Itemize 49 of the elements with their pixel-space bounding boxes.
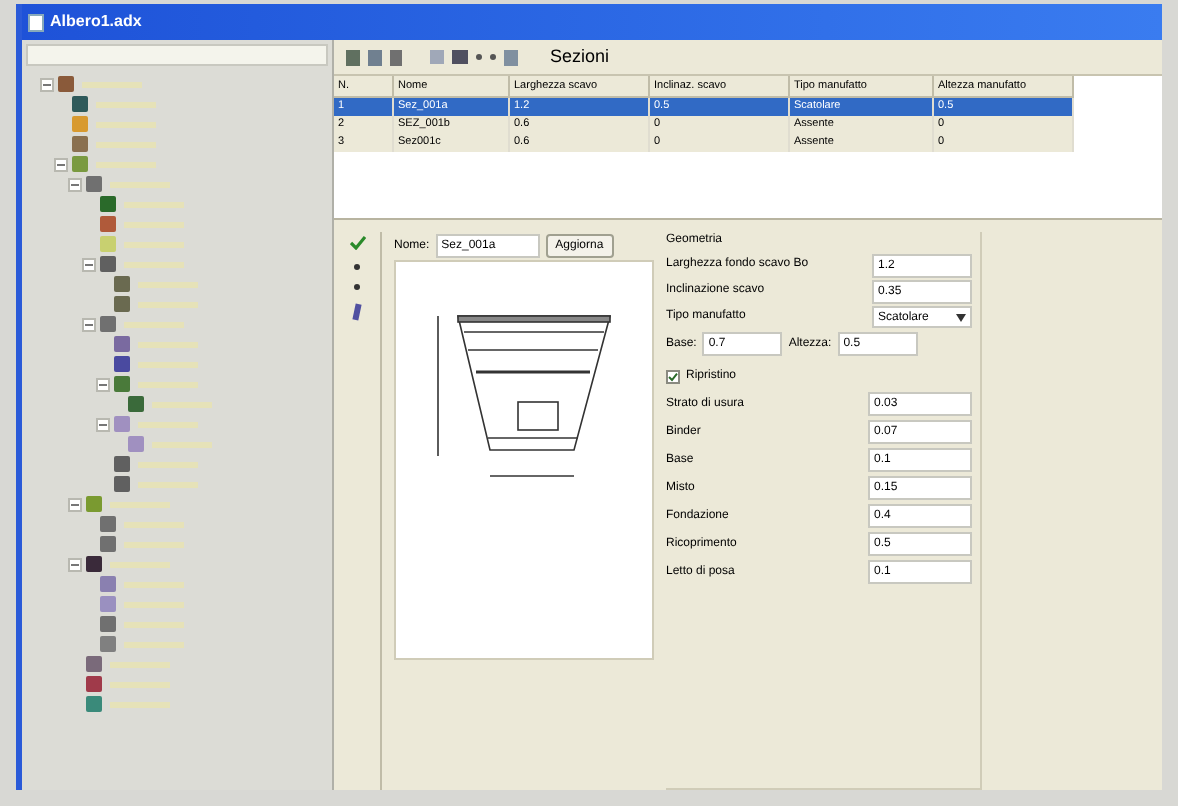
tree-node-icon[interactable] — [100, 236, 116, 252]
collapse-icon[interactable] — [53, 157, 67, 171]
tree-node-icon[interactable] — [86, 176, 102, 192]
tree-node-icon[interactable] — [100, 216, 116, 232]
tree-node-icon[interactable] — [72, 96, 88, 112]
tree-node-icon[interactable] — [100, 316, 116, 332]
collapse-icon[interactable] — [67, 557, 81, 571]
tree-node-icon[interactable] — [114, 456, 130, 472]
tree-node-icon[interactable] — [100, 576, 116, 592]
search-field[interactable] — [26, 44, 328, 66]
tree-node-icon[interactable] — [100, 536, 116, 552]
tree-node-icon[interactable] — [100, 516, 116, 532]
checkbox[interactable] — [666, 369, 680, 383]
tree-node-icon[interactable] — [86, 556, 102, 572]
tree-node-icon[interactable] — [72, 156, 88, 172]
tree-node-icon[interactable] — [100, 616, 116, 632]
collapse-icon[interactable] — [95, 417, 109, 431]
tree-node-icon[interactable] — [100, 256, 116, 272]
tree-node-icon[interactable] — [100, 636, 116, 652]
tree-node-icon[interactable] — [86, 496, 102, 512]
tree-node-icon[interactable] — [128, 436, 144, 452]
tree-node-icon[interactable] — [72, 116, 88, 132]
tree-node-icon[interactable] — [128, 396, 144, 412]
tree-node-icon[interactable] — [114, 416, 130, 432]
collapse-icon[interactable] — [39, 77, 53, 91]
collapse-icon[interactable] — [67, 177, 81, 191]
app-icon — [28, 13, 44, 31]
window-title: Albero1.adx — [50, 10, 142, 34]
tree-node-icon[interactable] — [86, 696, 102, 712]
checkmark-icon[interactable] — [349, 236, 365, 250]
tree-node-icon[interactable] — [100, 196, 116, 212]
tree-node-icon[interactable] — [114, 296, 130, 312]
tree-node-icon[interactable] — [114, 356, 130, 372]
tree-node-icon[interactable] — [72, 136, 88, 152]
pencil-icon[interactable] — [352, 303, 362, 321]
caret-icon[interactable] — [956, 313, 966, 321]
tree-node-icon[interactable] — [100, 596, 116, 612]
panel-title: Sezioni — [550, 43, 610, 70]
collapse-icon[interactable] — [95, 377, 109, 391]
tree-node-icon[interactable] — [86, 656, 102, 672]
tree-node-icon[interactable] — [114, 376, 130, 392]
collapse-icon[interactable] — [81, 317, 95, 331]
tree-node-icon[interactable] — [114, 276, 130, 292]
tree-node-icon[interactable] — [58, 76, 74, 92]
collapse-icon[interactable] — [81, 257, 95, 271]
tree-node-icon[interactable] — [114, 336, 130, 352]
collapse-icon[interactable] — [67, 497, 81, 511]
tree-node-icon[interactable] — [86, 676, 102, 692]
tree-node-icon[interactable] — [114, 476, 130, 492]
